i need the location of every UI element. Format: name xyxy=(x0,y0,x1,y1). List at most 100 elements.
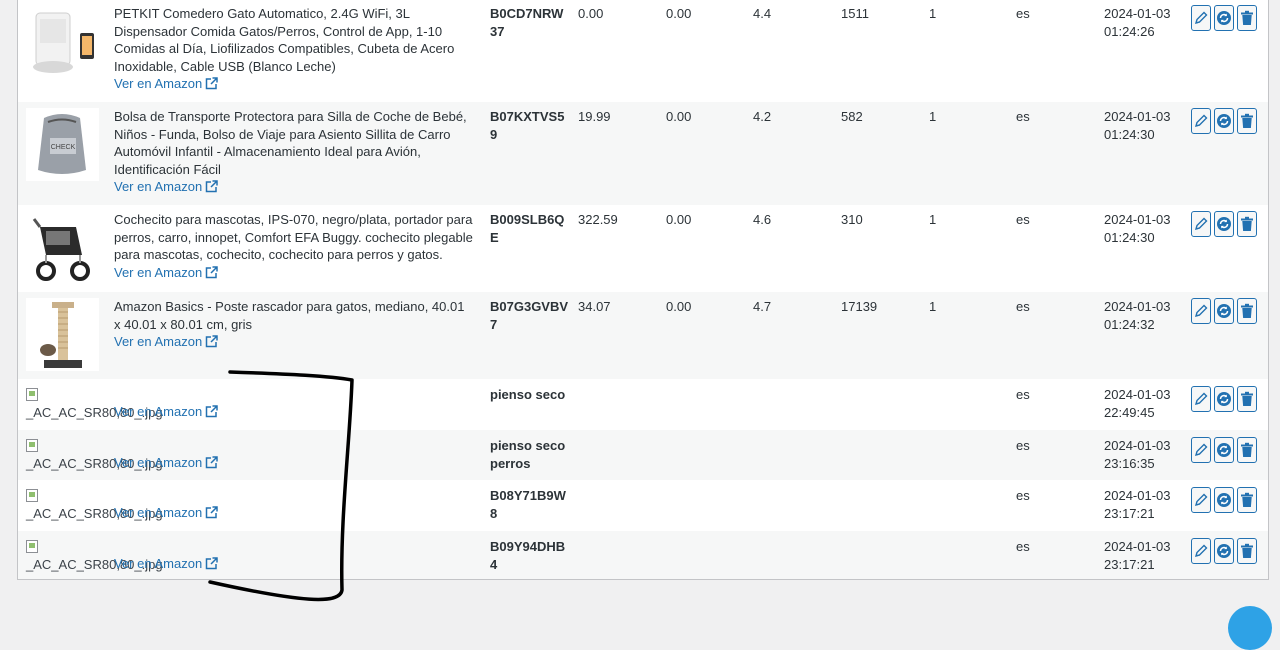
pencil-icon xyxy=(1194,544,1208,558)
table-row: Amazon Basics - Poste rascador para gato… xyxy=(18,292,1268,379)
refresh-button[interactable] xyxy=(1214,386,1234,412)
table-row: _AC_AC_SR80,80_.jpg Ver en Amazon pienso… xyxy=(18,430,1268,480)
pencil-icon xyxy=(1194,11,1208,25)
broken-image-icon xyxy=(26,540,38,553)
timestamp: 2024-01-03 01:24:30 xyxy=(1104,109,1171,142)
product-thumbnail[interactable] xyxy=(26,5,99,78)
edit-button[interactable] xyxy=(1191,538,1211,564)
price: 322.59 xyxy=(578,212,618,227)
pencil-icon xyxy=(1194,392,1208,406)
amazon-link[interactable]: Ver en Amazon xyxy=(114,265,218,280)
delete-button[interactable] xyxy=(1237,386,1257,412)
language: es xyxy=(1016,438,1030,453)
edit-button[interactable] xyxy=(1191,386,1211,412)
asin: B009SLB6QE xyxy=(490,212,565,245)
delete-button[interactable] xyxy=(1237,437,1257,463)
old-price: 0.00 xyxy=(666,6,692,21)
delete-button[interactable] xyxy=(1237,108,1257,134)
refresh-button[interactable] xyxy=(1214,211,1234,237)
refresh-icon xyxy=(1217,392,1231,406)
timestamp: 2024-01-03 22:49:45 xyxy=(1104,387,1171,420)
edit-button[interactable] xyxy=(1191,211,1211,237)
external-link-icon xyxy=(205,506,218,519)
reviews: 1511 xyxy=(841,6,869,21)
row-actions xyxy=(1191,487,1257,513)
delete-button[interactable] xyxy=(1237,211,1257,237)
row-actions xyxy=(1191,108,1257,134)
delete-button[interactable] xyxy=(1237,5,1257,31)
external-link-icon xyxy=(205,335,218,348)
delete-button[interactable] xyxy=(1237,487,1257,513)
reviews: 310 xyxy=(841,212,863,227)
external-link-icon xyxy=(205,266,218,279)
external-link-icon xyxy=(205,77,218,90)
edit-button[interactable] xyxy=(1191,437,1211,463)
keyword: pienso seco perros xyxy=(490,438,566,471)
refresh-button[interactable] xyxy=(1214,298,1234,324)
product-title: Bolsa de Transporte Protectora para Sill… xyxy=(114,109,467,177)
table-row: _AC_AC_SR80,80_.jpg Ver en Amazon pienso… xyxy=(18,379,1268,430)
delete-button[interactable] xyxy=(1237,538,1257,564)
broken-image-icon xyxy=(26,439,38,452)
edit-button[interactable] xyxy=(1191,5,1211,31)
row-actions xyxy=(1191,5,1257,31)
price: 34.07 xyxy=(578,299,611,314)
product-thumbnail[interactable]: CHECK xyxy=(26,108,99,181)
amazon-link[interactable]: Ver en Amazon xyxy=(114,454,218,472)
table-row: PETKIT Comedero Gato Automatico, 2.4G Wi… xyxy=(18,0,1268,102)
old-price: 0.00 xyxy=(666,109,692,124)
amazon-link[interactable]: Ver en Amazon xyxy=(114,179,218,194)
amazon-link[interactable]: Ver en Amazon xyxy=(114,555,218,573)
language: es xyxy=(1016,488,1030,503)
pencil-icon xyxy=(1194,443,1208,457)
language: es xyxy=(1016,539,1030,554)
product-title: PETKIT Comedero Gato Automatico, 2.4G Wi… xyxy=(114,6,455,74)
broken-image-icon xyxy=(26,489,38,502)
timestamp: 2024-01-03 23:16:35 xyxy=(1104,438,1171,471)
timestamp: 2024-01-03 23:17:21 xyxy=(1104,539,1171,572)
language: es xyxy=(1016,212,1030,227)
price: 0.00 xyxy=(578,6,604,21)
refresh-icon xyxy=(1217,304,1231,318)
timestamp: 2024-01-03 23:17:21 xyxy=(1104,488,1171,521)
row-actions xyxy=(1191,211,1257,237)
trash-icon xyxy=(1241,391,1253,406)
asin: B08Y71B9W8 xyxy=(490,488,566,521)
trash-icon xyxy=(1241,10,1253,25)
edit-button[interactable] xyxy=(1191,487,1211,513)
refresh-icon xyxy=(1217,217,1231,231)
refresh-button[interactable] xyxy=(1214,538,1234,564)
amazon-link[interactable]: Ver en Amazon xyxy=(114,403,218,421)
table-row: Cochecito para mascotas, IPS-070, negro/… xyxy=(18,205,1268,292)
edit-button[interactable] xyxy=(1191,108,1211,134)
refresh-button[interactable] xyxy=(1214,437,1234,463)
trash-icon xyxy=(1241,216,1253,231)
floating-action-button[interactable] xyxy=(1228,606,1272,650)
asin: B07KXTVS59 xyxy=(490,109,565,142)
product-thumbnail[interactable] xyxy=(26,211,99,284)
asin: B09Y94DHB4 xyxy=(490,539,566,572)
refresh-icon xyxy=(1217,114,1231,128)
pencil-icon xyxy=(1194,114,1208,128)
amazon-link[interactable]: Ver en Amazon xyxy=(114,76,218,91)
product-title: Amazon Basics - Poste rascador para gato… xyxy=(114,299,465,332)
delete-button[interactable] xyxy=(1237,298,1257,324)
rating: 4.7 xyxy=(753,299,772,314)
refresh-button[interactable] xyxy=(1214,5,1234,31)
refresh-button[interactable] xyxy=(1214,487,1234,513)
asin: B0CD7NRW37 xyxy=(490,6,564,39)
product-title: Cochecito para mascotas, IPS-070, negro/… xyxy=(114,212,473,263)
reviews: 582 xyxy=(841,109,863,124)
product-thumbnail[interactable] xyxy=(26,298,99,371)
table-row: CHECK Bolsa de Transporte Protectora par… xyxy=(18,102,1268,205)
refresh-button[interactable] xyxy=(1214,108,1234,134)
asin: B07G3GVBV7 xyxy=(490,299,569,332)
trash-icon xyxy=(1241,113,1253,128)
amazon-link[interactable]: Ver en Amazon xyxy=(114,504,218,522)
amazon-link[interactable]: Ver en Amazon xyxy=(114,334,218,349)
rating: 4.6 xyxy=(753,212,772,227)
edit-button[interactable] xyxy=(1191,298,1211,324)
row-actions xyxy=(1191,298,1257,324)
pencil-icon xyxy=(1194,217,1208,231)
quantity: 1 xyxy=(929,299,937,314)
